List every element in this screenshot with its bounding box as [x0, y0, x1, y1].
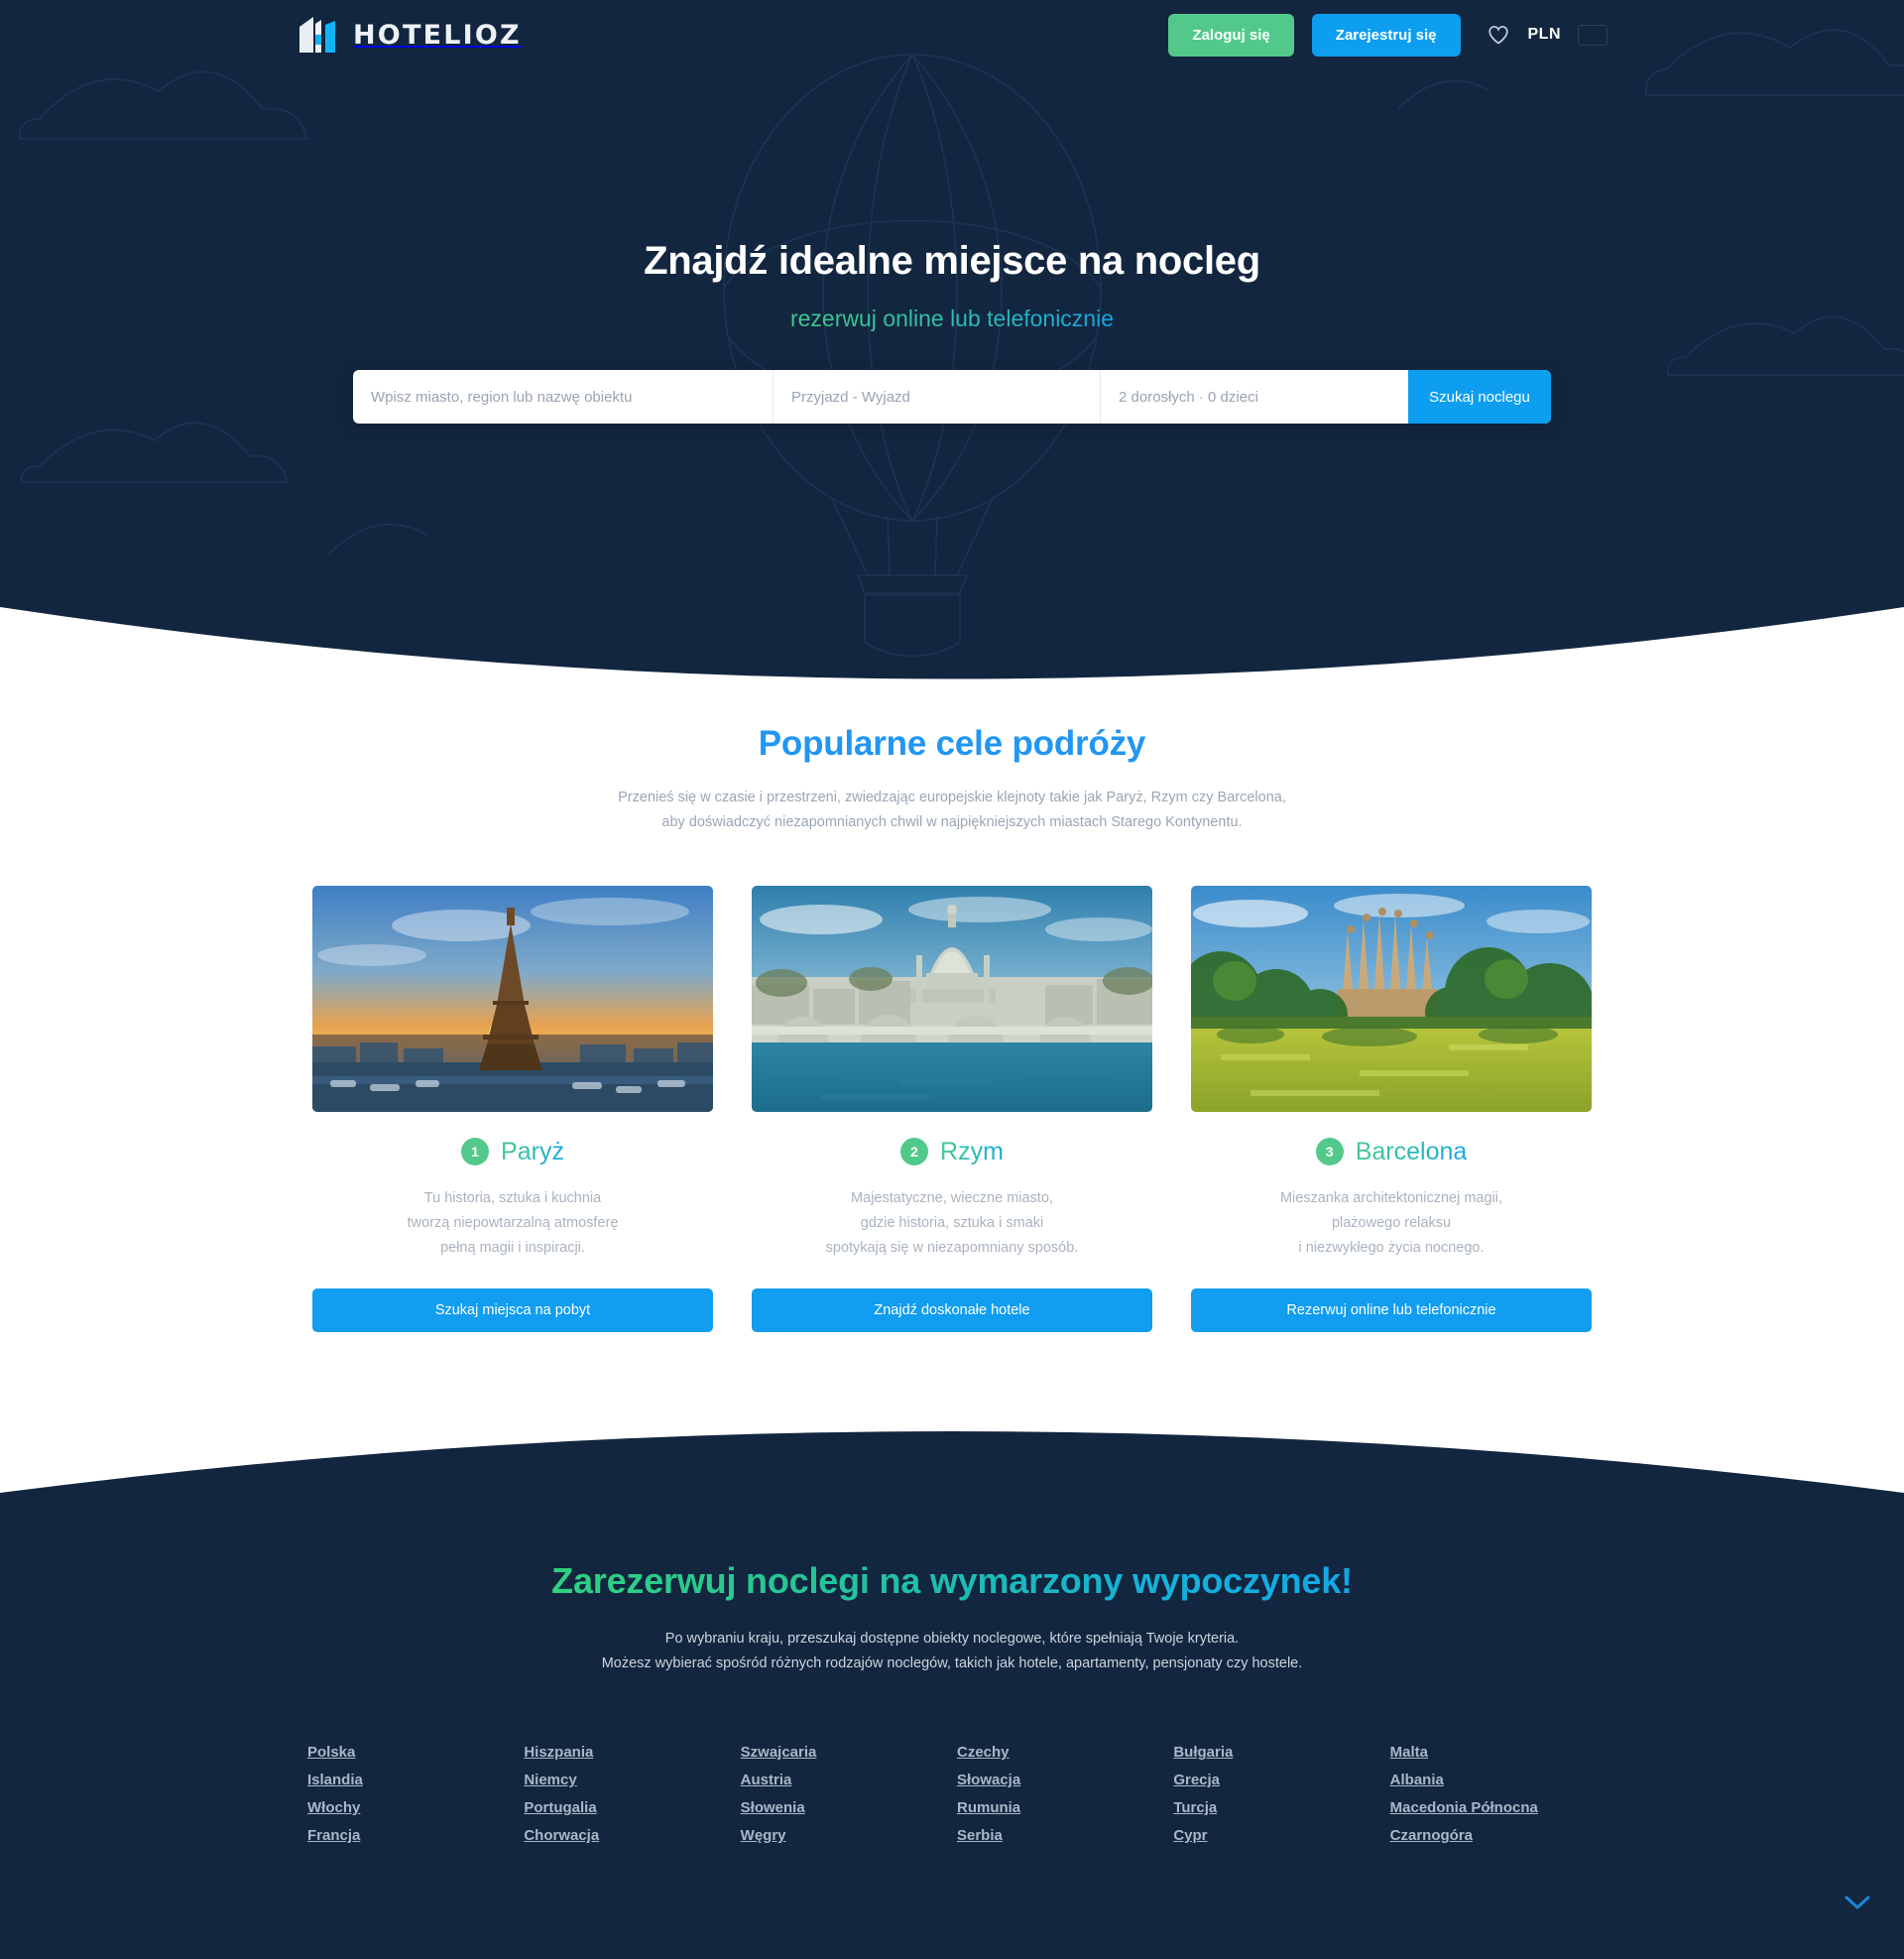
country-link-niemcy[interactable]: Niemcy [524, 1767, 730, 1794]
search-bar: Przyjazd - Wyjazd 2 dorosłych · 0 dzieci… [353, 370, 1551, 424]
destination-cta-button[interactable]: Szukaj miejsca na pobyt [312, 1287, 713, 1332]
guests-field[interactable]: 2 dorosłych · 0 dzieci [1101, 370, 1408, 424]
booking-description-line1: Po wybraniu kraju, przeszukaj dostępne o… [664, 1630, 1240, 1647]
booking-countries-section: Zarezerwuj noclegi na wymarzony wypoczyn… [0, 1531, 1904, 1959]
country-link-malta[interactable]: Malta [1390, 1739, 1597, 1767]
search-submit-button[interactable]: Szukaj noclegu [1408, 370, 1551, 424]
country-link-turcja[interactable]: Turcja [1173, 1794, 1379, 1822]
country-link-austria[interactable]: Austria [741, 1767, 947, 1794]
destination-cta-button[interactable]: Rezerwuj online lub telefonicznie [1191, 1287, 1592, 1332]
poland-flag-icon[interactable] [1579, 26, 1606, 45]
register-button[interactable]: Zarejestruj się [1311, 13, 1461, 57]
destination-field[interactable] [353, 370, 774, 424]
destination-heading: 2 Rzym [752, 1138, 1152, 1166]
destination-card: 2 Rzym Majestatyczne, wieczne miasto, gd… [752, 885, 1152, 1332]
country-link-rumunia[interactable]: Rumunia [957, 1794, 1163, 1822]
chevron-down-icon[interactable] [1844, 1895, 1870, 1915]
country-link-wlochy[interactable]: Włochy [307, 1794, 514, 1822]
hero-subtitle: rezerwuj online lub telefonicznie [789, 306, 1115, 331]
destination-description-line2: gdzie historia, sztuka i smaki [860, 1214, 1044, 1231]
destination-description-line3: i niezwykłego życia nocnego. [1298, 1239, 1485, 1256]
country-link-islandia[interactable]: Islandia [307, 1767, 514, 1794]
country-link-grecja[interactable]: Grecja [1173, 1767, 1379, 1794]
dates-field[interactable]: Przyjazd - Wyjazd [774, 370, 1101, 424]
currency-selector[interactable]: PLN [1528, 26, 1562, 44]
country-link-bulgaria[interactable]: Bułgaria [1173, 1739, 1379, 1767]
country-link-czechy[interactable]: Czechy [957, 1739, 1163, 1767]
destination-description-line1: Mieszanka architektonicznej magii, [1279, 1189, 1503, 1206]
popular-bottom-curve [0, 1430, 1904, 1532]
brand-logo[interactable]: HOTELIOZ [298, 14, 522, 56]
heart-icon[interactable] [1487, 23, 1510, 47]
country-link-cypr[interactable]: Cypr [1173, 1822, 1379, 1850]
rank-badge: 1 [461, 1138, 490, 1166]
destination-heading: 1 Paryż [312, 1138, 713, 1166]
brand-name: HOTELIOZ [353, 19, 522, 51]
section-description-line2: aby doświadczyć niezapomnianych chwil w … [661, 814, 1243, 831]
hero-section: HOTELIOZ Zaloguj się Zarejestruj się PLN… [0, 0, 1904, 694]
section-description: Przenieś się w czasie i przestrzeni, zwi… [0, 786, 1904, 836]
country-link-francja[interactable]: Francja [307, 1822, 514, 1850]
destination-description-line2: tworzą niepowtarzalną atmosferę [407, 1214, 619, 1231]
section-title: Popularne cele podróży [758, 724, 1146, 763]
rank-badge: 3 [1315, 1138, 1344, 1166]
vatican-tiber-bridge-photo[interactable] [752, 885, 1152, 1112]
destination-description-line1: Tu historia, sztuka i kuchnia [423, 1189, 602, 1206]
page-title: Znajdź idealne miejsce na nocleg [644, 239, 1260, 283]
search-input[interactable] [371, 388, 755, 406]
destination-heading: 3 Barcelona [1191, 1138, 1592, 1166]
destination-cta-button[interactable]: Znajdź doskonałe hotele [752, 1287, 1152, 1332]
country-link-czarnogora[interactable]: Czarnogóra [1390, 1822, 1597, 1850]
building-logo-icon [299, 17, 335, 53]
country-link-wegry[interactable]: Węgry [741, 1822, 947, 1850]
destination-card: 3 Barcelona Mieszanka architektonicznej … [1191, 885, 1592, 1332]
country-link-portugalia[interactable]: Portugalia [524, 1794, 730, 1822]
country-link-szwajcaria[interactable]: Szwajcaria [741, 1739, 947, 1767]
rank-badge: 2 [900, 1138, 929, 1166]
country-link-chorwacja[interactable]: Chorwacja [524, 1822, 730, 1850]
destination-description: Mieszanka architektonicznej magii, plażo… [1191, 1186, 1592, 1261]
country-link-slowacja[interactable]: Słowacja [957, 1767, 1163, 1794]
popular-destinations-section: Popularne cele podróży Przenieś się w cz… [0, 694, 1904, 1532]
destination-name: Paryż [501, 1137, 564, 1165]
booking-description: Po wybraniu kraju, przeszukaj dostępne o… [0, 1627, 1904, 1678]
top-navigation-bar: HOTELIOZ Zaloguj się Zarejestruj się PLN [0, 0, 1904, 69]
destination-card: 1 Paryż Tu historia, sztuka i kuchnia tw… [312, 885, 713, 1332]
booking-title: Zarezerwuj noclegi na wymarzony wypoczyn… [551, 1559, 1353, 1601]
destination-description-line3: pełną magii i inspiracji. [440, 1239, 585, 1256]
destination-description-line1: Majestatyczne, wieczne miasto, [851, 1189, 1053, 1206]
country-link-macedonia-polnocna[interactable]: Macedonia Północna [1390, 1794, 1597, 1822]
country-link-slowenia[interactable]: Słowenia [741, 1794, 947, 1822]
destination-name: Barcelona [1355, 1137, 1468, 1165]
country-link-serbia[interactable]: Serbia [957, 1822, 1163, 1850]
sagrada-familia-park-photo[interactable] [1191, 885, 1592, 1112]
destination-name: Rzym [940, 1137, 1004, 1165]
destination-card-list: 1 Paryż Tu historia, sztuka i kuchnia tw… [312, 885, 1592, 1332]
nav-actions: Zaloguj się Zarejestruj się PLN [1168, 13, 1606, 57]
login-button[interactable]: Zaloguj się [1168, 13, 1294, 57]
eiffel-tower-sunset-photo[interactable] [312, 885, 713, 1112]
destination-description-line3: spotykają się w niezapomniany sposób. [825, 1239, 1079, 1256]
destination-description-line2: plażowego relaksu [1331, 1214, 1452, 1231]
destination-description: Tu historia, sztuka i kuchnia tworzą nie… [312, 1186, 713, 1261]
popular-bottom-curve-wrap [0, 1383, 1904, 1532]
hero-bottom-curve [0, 607, 1904, 694]
country-link-hiszpania[interactable]: Hiszpania [524, 1739, 730, 1767]
section-description-line1: Przenieś się w czasie i przestrzeni, zwi… [618, 790, 1286, 805]
country-link-polska[interactable]: Polska [307, 1739, 514, 1767]
country-link-albania[interactable]: Albania [1390, 1767, 1597, 1794]
booking-description-line2: Możesz wybierać spośród różnych rodzajów… [601, 1655, 1303, 1672]
country-list: Polska Islandia Włochy Francja Hiszpania… [307, 1739, 1597, 1850]
destination-description: Majestatyczne, wieczne miasto, gdzie his… [752, 1186, 1152, 1261]
